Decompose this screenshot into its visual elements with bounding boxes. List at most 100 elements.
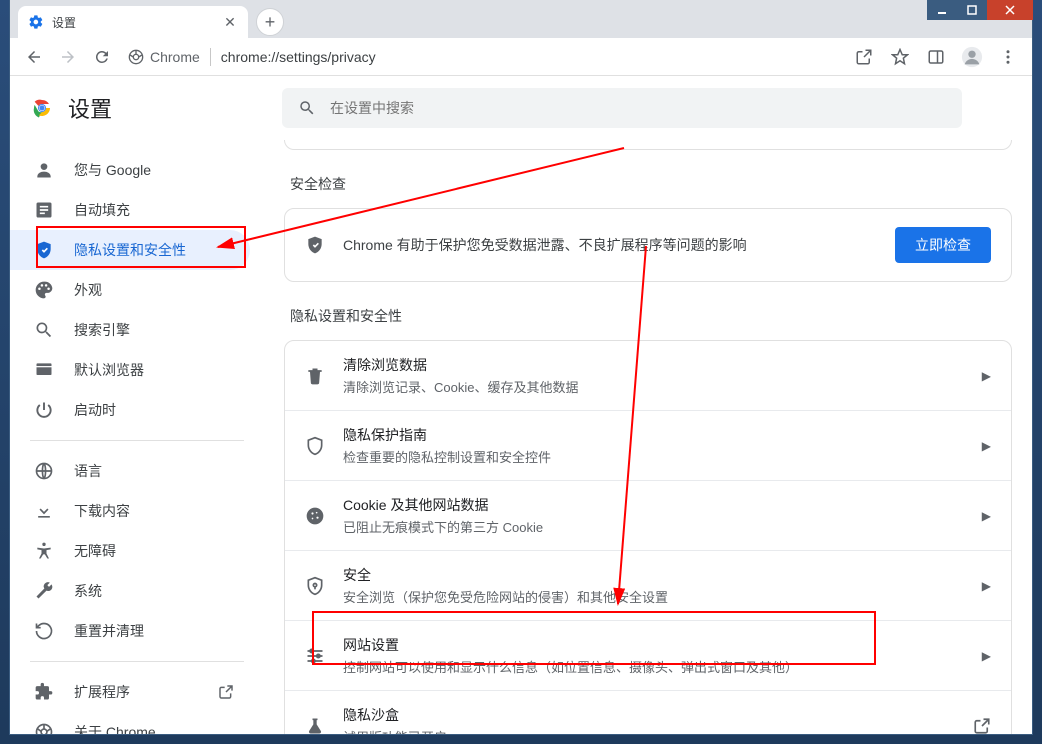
chevron-right-icon: ▶ bbox=[982, 579, 991, 593]
privacy-security-card: 清除浏览数据清除浏览记录、Cookie、缓存及其他数据 ▶ 隐私保护指南检查重要… bbox=[284, 340, 1012, 734]
sidebar-label: 语言 bbox=[74, 461, 102, 481]
palette-icon bbox=[34, 280, 54, 300]
row-title: Cookie 及其他网站数据 bbox=[343, 495, 964, 515]
sidebar-item-languages[interactable]: 语言 bbox=[10, 451, 250, 491]
row-privacy-sandbox[interactable]: 隐私沙盒试用版功能已开启 bbox=[285, 690, 1011, 734]
tab-close-icon[interactable]: ✕ bbox=[222, 14, 238, 30]
site-chip-label: Chrome bbox=[150, 49, 200, 65]
reload-button[interactable] bbox=[88, 43, 116, 71]
forward-button[interactable] bbox=[54, 43, 82, 71]
sidebar-item-search-engine[interactable]: 搜索引擎 bbox=[10, 310, 250, 350]
settings-header: 设置 bbox=[10, 76, 1032, 140]
settings-sidebar: 您与 Google 自动填充 隐私设置和安全性 外观 搜索引擎 bbox=[10, 140, 264, 734]
safety-check-card: Chrome 有助于保护您免受数据泄露、不良扩展程序等问题的影响 立即检查 bbox=[284, 208, 1012, 282]
menu-icon[interactable] bbox=[994, 43, 1022, 71]
row-title: 隐私沙盒 bbox=[343, 705, 955, 725]
sidebar-label: 外观 bbox=[74, 280, 102, 300]
row-clear-browsing-data[interactable]: 清除浏览数据清除浏览记录、Cookie、缓存及其他数据 ▶ bbox=[285, 341, 1011, 410]
chevron-right-icon: ▶ bbox=[982, 369, 991, 383]
previous-card-edge bbox=[284, 140, 1012, 150]
sidebar-label: 扩展程序 bbox=[74, 682, 130, 702]
sidebar-label: 启动时 bbox=[74, 400, 116, 420]
tune-icon bbox=[305, 646, 325, 666]
new-tab-button[interactable]: + bbox=[256, 8, 284, 36]
window-maximize-button[interactable] bbox=[957, 0, 987, 20]
restore-icon bbox=[34, 621, 54, 641]
sidebar-item-on-startup[interactable]: 启动时 bbox=[10, 390, 250, 430]
power-icon bbox=[34, 400, 54, 420]
person-icon bbox=[34, 160, 54, 180]
row-subtitle: 清除浏览记录、Cookie、缓存及其他数据 bbox=[343, 377, 964, 396]
sidebar-item-autofill[interactable]: 自动填充 bbox=[10, 190, 250, 230]
url-text: chrome://settings/privacy bbox=[211, 49, 376, 65]
window-close-button[interactable] bbox=[987, 0, 1033, 20]
sidebar-item-system[interactable]: 系统 bbox=[10, 571, 250, 611]
address-bar[interactable]: Chrome chrome://settings/privacy bbox=[122, 42, 844, 72]
row-privacy-guide[interactable]: 隐私保护指南检查重要的隐私控制设置和安全控件 ▶ bbox=[285, 410, 1011, 480]
trash-icon bbox=[305, 366, 325, 386]
sidebar-label: 系统 bbox=[74, 581, 102, 601]
shield-icon bbox=[34, 240, 54, 260]
browser-icon bbox=[34, 360, 54, 380]
tab-strip: 设置 ✕ + bbox=[10, 0, 1032, 38]
tab-title: 设置 bbox=[52, 14, 222, 31]
back-button[interactable] bbox=[20, 43, 48, 71]
globe-icon bbox=[34, 461, 54, 481]
row-title: 清除浏览数据 bbox=[343, 355, 964, 375]
tab-settings[interactable]: 设置 ✕ bbox=[18, 6, 248, 38]
sidebar-item-accessibility[interactable]: 无障碍 bbox=[10, 531, 250, 571]
sidebar-label: 隐私设置和安全性 bbox=[74, 240, 186, 260]
cookie-icon bbox=[305, 506, 325, 526]
sidebar-label: 您与 Google bbox=[74, 160, 151, 180]
sidebar-item-default-browser[interactable]: 默认浏览器 bbox=[10, 350, 250, 390]
chrome-icon bbox=[128, 49, 144, 65]
sidebar-item-privacy-security[interactable]: 隐私设置和安全性 bbox=[10, 230, 250, 270]
row-security[interactable]: 安全安全浏览（保护您免受危险网站的侵害）和其他安全设置 ▶ bbox=[285, 550, 1011, 620]
row-subtitle: 已阻止无痕模式下的第三方 Cookie bbox=[343, 517, 964, 536]
settings-main: 安全检查 Chrome 有助于保护您免受数据泄露、不良扩展程序等问题的影响 立即… bbox=[264, 140, 1032, 734]
sidebar-item-extensions[interactable]: 扩展程序 bbox=[10, 672, 250, 712]
security-icon bbox=[305, 576, 325, 596]
sidebar-label: 自动填充 bbox=[74, 200, 130, 220]
sidebar-item-you-and-google[interactable]: 您与 Google bbox=[10, 150, 250, 190]
share-icon[interactable] bbox=[850, 43, 878, 71]
row-site-settings[interactable]: 网站设置控制网站可以使用和显示什么信息（如位置信息、摄像头、弹出式窗口及其他） … bbox=[285, 620, 1011, 690]
sidebar-label: 搜索引擎 bbox=[74, 320, 130, 340]
section-privacy-security: 隐私设置和安全性 bbox=[290, 306, 1006, 326]
chevron-right-icon: ▶ bbox=[982, 649, 991, 663]
safety-check-text: Chrome 有助于保护您免受数据泄露、不良扩展程序等问题的影响 bbox=[343, 235, 877, 255]
accessibility-icon bbox=[34, 541, 54, 561]
shield-icon bbox=[305, 235, 325, 255]
row-subtitle: 安全浏览（保护您免受危险网站的侵害）和其他安全设置 bbox=[343, 587, 964, 606]
extension-icon bbox=[34, 682, 54, 702]
section-safety-check: 安全检查 bbox=[290, 174, 1006, 194]
sidebar-item-reset[interactable]: 重置并清理 bbox=[10, 611, 250, 651]
search-icon bbox=[34, 320, 54, 340]
external-link-icon bbox=[218, 684, 234, 700]
row-title: 安全 bbox=[343, 565, 964, 585]
side-panel-icon[interactable] bbox=[922, 43, 950, 71]
sidebar-item-appearance[interactable]: 外观 bbox=[10, 270, 250, 310]
site-chip[interactable]: Chrome bbox=[128, 48, 211, 66]
sidebar-item-about-chrome[interactable]: 关于 Chrome bbox=[10, 712, 250, 734]
bookmark-icon[interactable] bbox=[886, 43, 914, 71]
sidebar-item-downloads[interactable]: 下载内容 bbox=[10, 491, 250, 531]
profile-icon[interactable] bbox=[958, 43, 986, 71]
wrench-icon bbox=[34, 581, 54, 601]
flask-icon bbox=[305, 716, 325, 735]
chrome-icon bbox=[34, 722, 54, 734]
search-icon bbox=[298, 99, 316, 117]
window-minimize-button[interactable] bbox=[927, 0, 957, 20]
window-controls bbox=[927, 0, 1033, 20]
sidebar-label: 默认浏览器 bbox=[74, 360, 144, 380]
sidebar-label: 无障碍 bbox=[74, 541, 116, 561]
row-cookies[interactable]: Cookie 及其他网站数据已阻止无痕模式下的第三方 Cookie ▶ bbox=[285, 480, 1011, 550]
row-subtitle: 试用版功能已开启 bbox=[343, 727, 955, 734]
row-subtitle: 检查重要的隐私控制设置和安全控件 bbox=[343, 447, 964, 466]
row-title: 网站设置 bbox=[343, 635, 964, 655]
settings-search[interactable] bbox=[282, 88, 962, 128]
settings-search-input[interactable] bbox=[330, 100, 946, 116]
chrome-logo-icon bbox=[30, 96, 54, 120]
safety-check-button[interactable]: 立即检查 bbox=[895, 227, 991, 263]
download-icon bbox=[34, 501, 54, 521]
